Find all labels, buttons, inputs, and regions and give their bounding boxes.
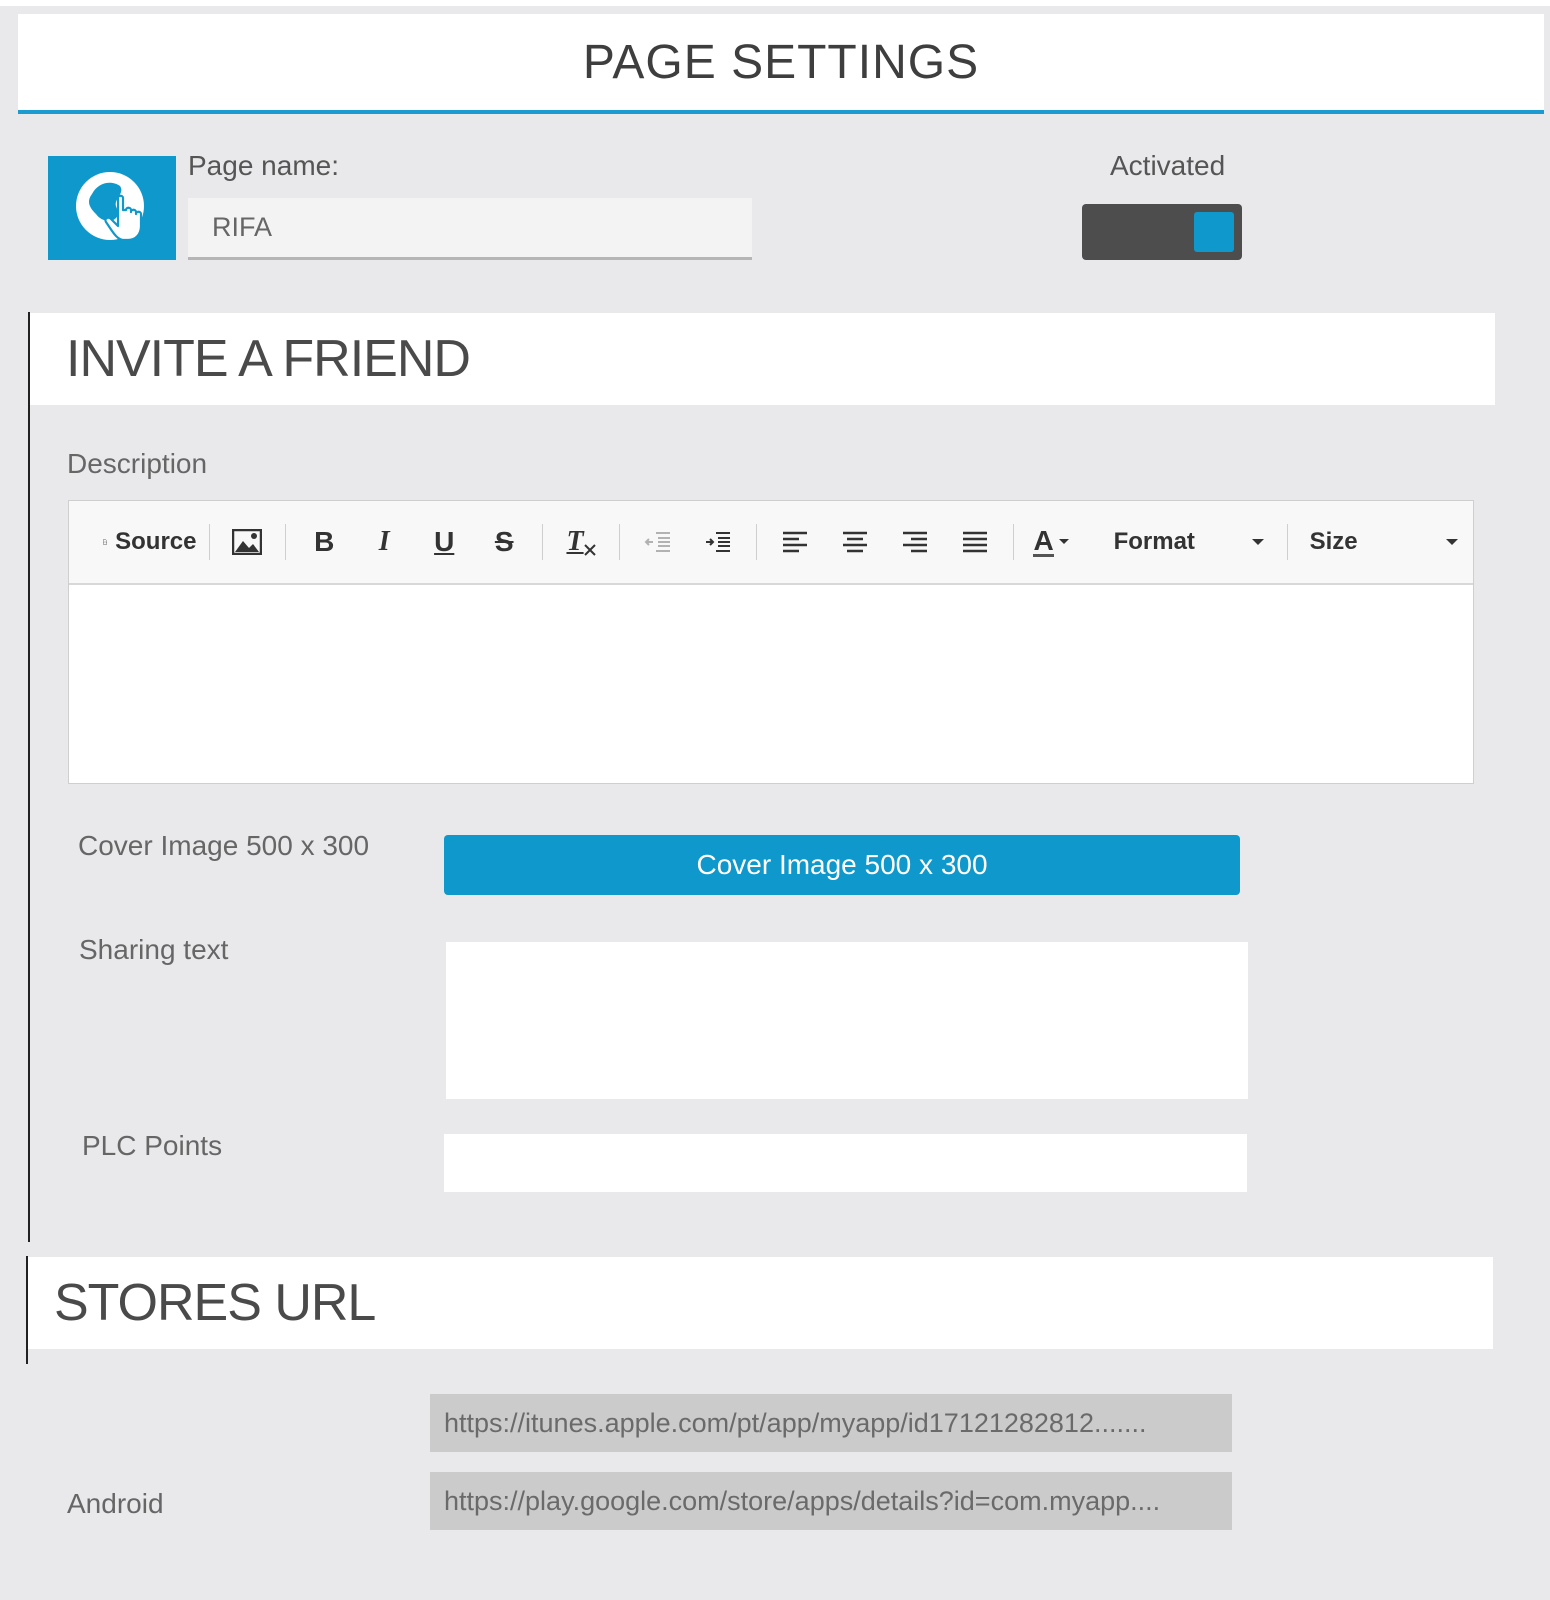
indent-button[interactable]: [688, 516, 748, 568]
invite-section-header: INVITE A FRIEND: [30, 313, 1495, 405]
justify-icon: [962, 531, 987, 553]
page-name-input[interactable]: [188, 198, 752, 260]
underline-button[interactable]: U: [414, 516, 474, 568]
android-label: Android: [67, 1488, 164, 1519]
toolbar-separator: [542, 524, 544, 560]
page-icon[interactable]: [48, 156, 176, 260]
section-left-rule: [28, 312, 30, 1242]
align-right-icon: [902, 531, 927, 553]
ios-url-input[interactable]: [430, 1394, 1232, 1452]
toolbar-separator: [755, 524, 757, 560]
clear-x-icon: [583, 544, 596, 556]
page-name-label: Page name:: [188, 150, 339, 181]
align-left-icon: [782, 531, 807, 553]
image-icon: [232, 529, 263, 555]
toolbar-separator: [208, 524, 210, 560]
format-label: Format: [1113, 528, 1195, 555]
outdent-button[interactable]: [628, 516, 688, 568]
globe-touch-icon: [76, 172, 144, 242]
text-color-button[interactable]: A: [1022, 516, 1082, 568]
text-color-glyph: A: [1033, 524, 1054, 557]
cover-image-button[interactable]: Cover Image 500 x 300: [444, 835, 1240, 895]
cover-image-label: Cover Image 500 x 300: [78, 830, 370, 861]
toolbar-separator: [619, 524, 620, 560]
activated-label: Activated: [1110, 150, 1226, 181]
align-center-icon: [842, 531, 867, 553]
plc-points-input[interactable]: [444, 1134, 1247, 1192]
format-dropdown[interactable]: Format: [1100, 516, 1279, 568]
toolbar-separator: [285, 524, 287, 560]
android-url-input[interactable]: [430, 1472, 1232, 1530]
size-dropdown[interactable]: Size: [1296, 516, 1473, 568]
description-editor: Source B I U S T A Format Size: [68, 500, 1474, 784]
bold-button[interactable]: B: [294, 516, 354, 568]
page-title: PAGE SETTINGS: [582, 35, 980, 89]
source-icon: [103, 539, 107, 545]
source-label: Source: [115, 528, 197, 555]
italic-button[interactable]: I: [354, 516, 414, 568]
indent-icon: [705, 532, 730, 552]
plc-points-label: PLC Points: [82, 1130, 223, 1161]
stores-section-title: STORES URL: [54, 1274, 376, 1332]
align-right-button[interactable]: [885, 516, 945, 568]
strikethrough-button[interactable]: S: [474, 516, 534, 568]
page-settings-panel: PAGE SETTINGS Page name: Activated INVIT…: [0, 6, 1550, 1600]
source-button[interactable]: Source: [99, 516, 201, 568]
header-bar: PAGE SETTINGS: [18, 14, 1544, 114]
stores-section-header: STORES URL: [28, 1257, 1493, 1349]
invite-section-title: INVITE A FRIEND: [66, 330, 471, 388]
align-center-button[interactable]: [825, 516, 885, 568]
caret-down-icon: [1058, 539, 1069, 544]
chevron-down-icon: [1251, 539, 1264, 545]
sharing-text-label: Sharing text: [79, 934, 229, 965]
sharing-text-input[interactable]: [446, 942, 1248, 1099]
size-label: Size: [1309, 528, 1358, 555]
activated-toggle[interactable]: [1082, 204, 1242, 260]
description-label: Description: [67, 448, 208, 479]
justify-button[interactable]: [945, 516, 1005, 568]
chevron-down-icon: [1446, 539, 1459, 545]
toolbar-separator: [1012, 524, 1014, 560]
toolbar-separator: [1286, 524, 1288, 560]
description-edit-area[interactable]: [69, 585, 1473, 783]
align-left-button[interactable]: [765, 516, 825, 568]
outdent-icon: [644, 532, 670, 552]
editor-toolbar: Source B I U S T A Format Size: [69, 501, 1473, 585]
remove-format-button[interactable]: T: [551, 516, 611, 568]
toggle-knob: [1194, 212, 1234, 252]
image-button[interactable]: [217, 516, 277, 568]
remove-format-glyph: T: [566, 526, 584, 557]
